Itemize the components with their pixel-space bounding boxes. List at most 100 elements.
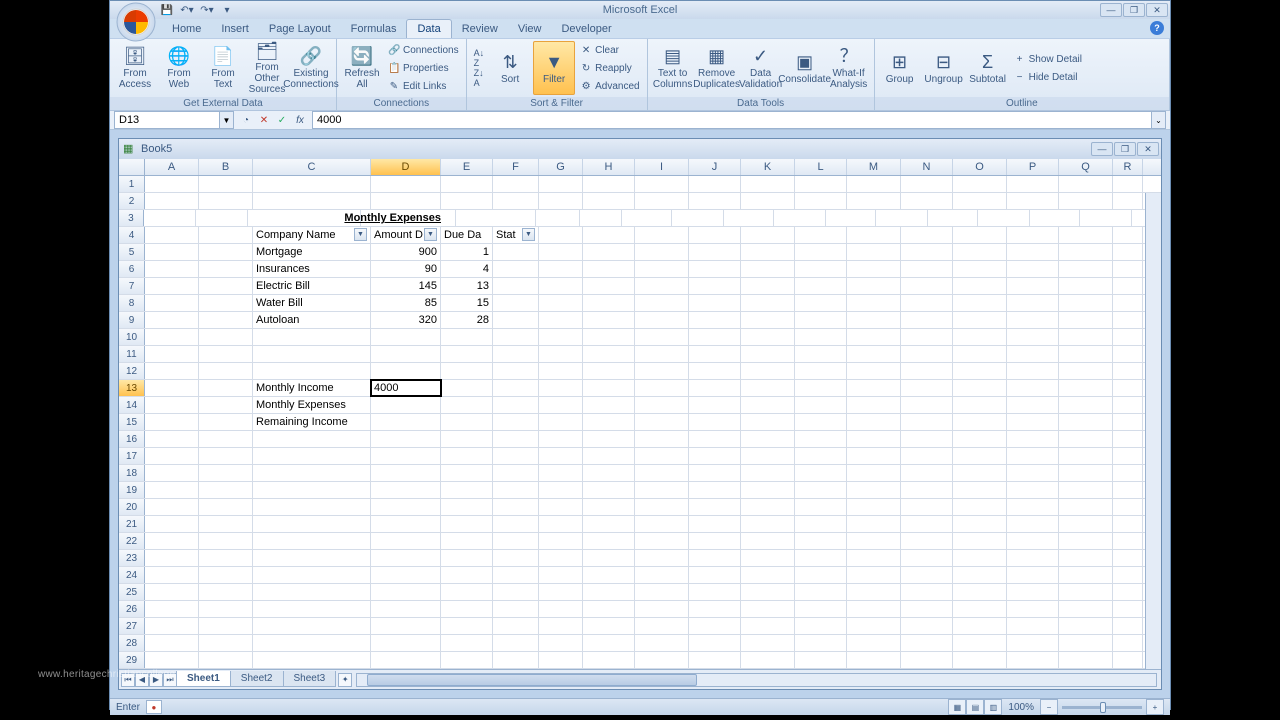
cell-E20[interactable]: [441, 499, 493, 515]
cell-G4[interactable]: [539, 227, 583, 243]
from-text-button[interactable]: 📄From Text: [202, 41, 244, 95]
cell-H17[interactable]: [583, 448, 635, 464]
cell-Q18[interactable]: [1059, 465, 1113, 481]
cell-D10[interactable]: [371, 329, 441, 345]
column-header-I[interactable]: I: [635, 159, 689, 175]
cell-Q17[interactable]: [1059, 448, 1113, 464]
cell-M18[interactable]: [847, 465, 901, 481]
data-validation-button[interactable]: ✓Data Validation: [740, 41, 782, 95]
cell-K24[interactable]: [741, 567, 795, 583]
cell-M17[interactable]: [847, 448, 901, 464]
wb-close-button[interactable]: ✕: [1137, 142, 1159, 156]
cell-L21[interactable]: [795, 516, 847, 532]
ribbon-tab-developer[interactable]: Developer: [551, 20, 621, 38]
cell-M29[interactable]: [847, 652, 901, 668]
cell-H16[interactable]: [583, 431, 635, 447]
cell-D14[interactable]: [371, 397, 441, 413]
cell-B28[interactable]: [199, 635, 253, 651]
cell-G28[interactable]: [539, 635, 583, 651]
cell-C17[interactable]: [253, 448, 371, 464]
cell-N4[interactable]: [901, 227, 953, 243]
row-header-6[interactable]: 6: [119, 261, 145, 277]
cell-C23[interactable]: [253, 550, 371, 566]
advanced-filter-button[interactable]: ⚙Advanced: [577, 78, 642, 95]
cell-A5[interactable]: [145, 244, 199, 260]
from-access-button[interactable]: 🗄From Access: [114, 41, 156, 95]
cell-Q9[interactable]: [1059, 312, 1113, 328]
cell-L17[interactable]: [795, 448, 847, 464]
cell-L2[interactable]: [795, 193, 847, 209]
cell-J25[interactable]: [689, 584, 741, 600]
cell-H4[interactable]: [583, 227, 635, 243]
from-web-button[interactable]: 🌐From Web: [158, 41, 200, 95]
cell-C26[interactable]: [253, 601, 371, 617]
cell-J29[interactable]: [689, 652, 741, 668]
cell-O10[interactable]: [953, 329, 1007, 345]
cell-B15[interactable]: [199, 414, 253, 430]
cell-P22[interactable]: [1007, 533, 1059, 549]
cell-K23[interactable]: [741, 550, 795, 566]
cell-E4[interactable]: Due Da▼: [441, 227, 493, 243]
cell-E6[interactable]: 4: [441, 261, 493, 277]
cell-O12[interactable]: [953, 363, 1007, 379]
cell-I14[interactable]: [635, 397, 689, 413]
cell-C2[interactable]: [253, 193, 371, 209]
cell-F4[interactable]: Stat▼: [493, 227, 539, 243]
row-header-10[interactable]: 10: [119, 329, 145, 345]
cell-F6[interactable]: [493, 261, 539, 277]
cell-B25[interactable]: [199, 584, 253, 600]
cell-P27[interactable]: [1007, 618, 1059, 634]
cell-F1[interactable]: [493, 176, 539, 192]
cell-C16[interactable]: [253, 431, 371, 447]
what-if-button[interactable]: ？What-If Analysis: [828, 41, 870, 95]
cell-I20[interactable]: [635, 499, 689, 515]
cell-B1[interactable]: [199, 176, 253, 192]
cell-L15[interactable]: [795, 414, 847, 430]
cell-F15[interactable]: [493, 414, 539, 430]
cell-M20[interactable]: [847, 499, 901, 515]
sort-az-button[interactable]: A↓Z: [471, 50, 488, 67]
cell-P25[interactable]: [1007, 584, 1059, 600]
cell-J10[interactable]: [689, 329, 741, 345]
cell-B3[interactable]: [196, 210, 248, 226]
cell-K27[interactable]: [741, 618, 795, 634]
cell-M27[interactable]: [847, 618, 901, 634]
cell-G8[interactable]: [539, 295, 583, 311]
cell-C29[interactable]: [253, 652, 371, 668]
row-header-25[interactable]: 25: [119, 584, 145, 600]
cell-R27[interactable]: [1113, 618, 1143, 634]
remove-duplicates-button[interactable]: ▦Remove Duplicates: [696, 41, 738, 95]
cell-R6[interactable]: [1113, 261, 1143, 277]
cell-D20[interactable]: [371, 499, 441, 515]
cell-B4[interactable]: [199, 227, 253, 243]
cell-A27[interactable]: [145, 618, 199, 634]
cell-M10[interactable]: [847, 329, 901, 345]
cell-H11[interactable]: [583, 346, 635, 362]
column-header-R[interactable]: R: [1113, 159, 1143, 175]
cell-H13[interactable]: [583, 380, 635, 396]
cell-I4[interactable]: [635, 227, 689, 243]
cell-I7[interactable]: [635, 278, 689, 294]
cell-D7[interactable]: 145: [371, 278, 441, 294]
cell-E14[interactable]: [441, 397, 493, 413]
insert-sheet-button[interactable]: ✦: [338, 673, 352, 687]
cell-J14[interactable]: [689, 397, 741, 413]
cell-Q29[interactable]: [1059, 652, 1113, 668]
cell-G17[interactable]: [539, 448, 583, 464]
cell-J20[interactable]: [689, 499, 741, 515]
column-header-E[interactable]: E: [441, 159, 493, 175]
cell-L26[interactable]: [795, 601, 847, 617]
cell-A15[interactable]: [145, 414, 199, 430]
cell-K18[interactable]: [741, 465, 795, 481]
cell-J11[interactable]: [689, 346, 741, 362]
cell-N8[interactable]: [901, 295, 953, 311]
cell-F9[interactable]: [493, 312, 539, 328]
cell-G13[interactable]: [539, 380, 583, 396]
cell-K15[interactable]: [741, 414, 795, 430]
cell-E22[interactable]: [441, 533, 493, 549]
cell-A26[interactable]: [145, 601, 199, 617]
cell-E17[interactable]: [441, 448, 493, 464]
cell-M5[interactable]: [847, 244, 901, 260]
fx-icon[interactable]: ◔: [238, 112, 254, 128]
cell-R24[interactable]: [1113, 567, 1143, 583]
